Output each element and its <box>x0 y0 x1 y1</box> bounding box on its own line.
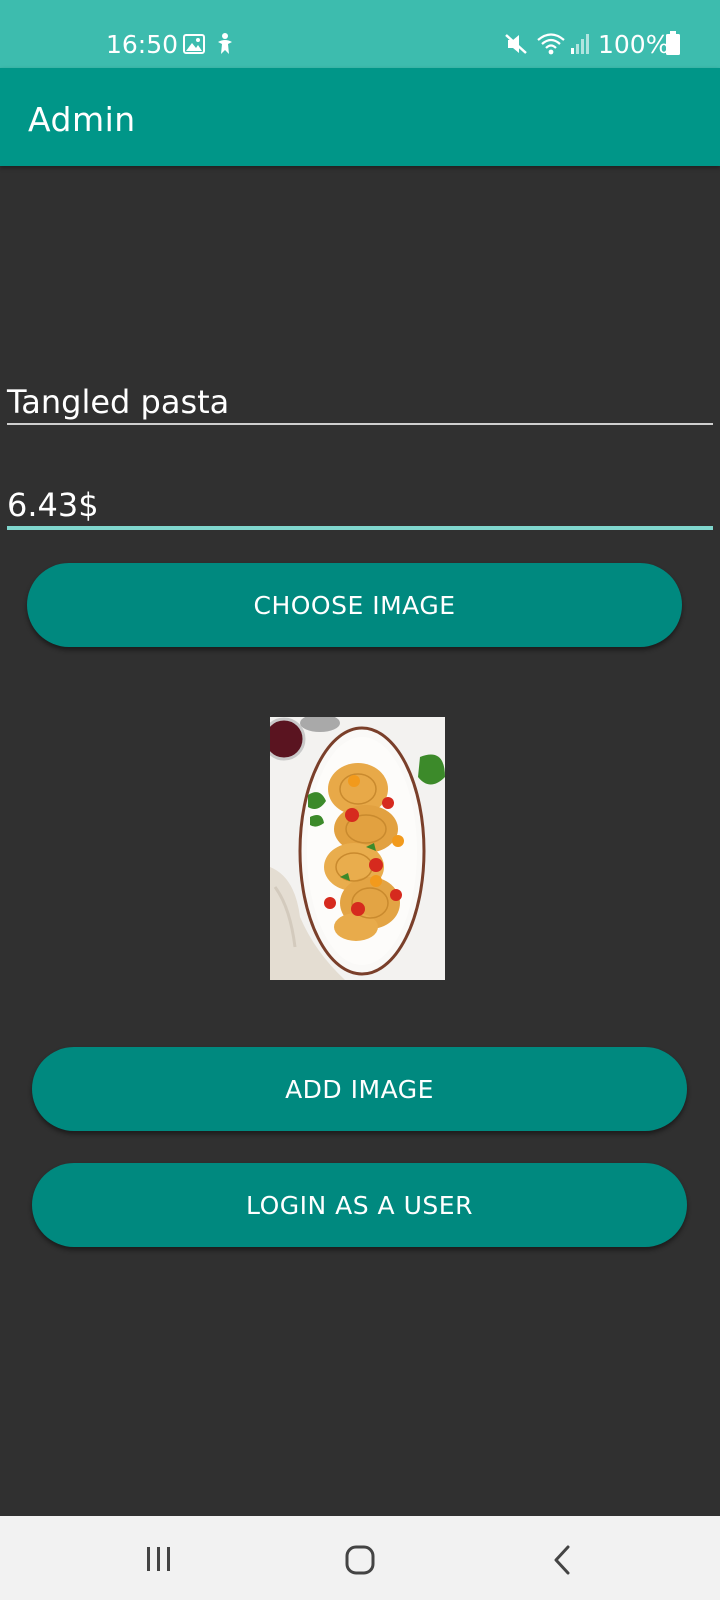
battery-icon <box>666 31 680 55</box>
recent-apps-icon[interactable] <box>144 1544 174 1574</box>
accessibility-icon <box>218 33 232 54</box>
price-field[interactable]: 6.43$ <box>7 478 713 530</box>
login-as-user-button[interactable]: LOGIN AS A USER <box>32 1163 687 1247</box>
app-bar: Admin <box>0 68 720 166</box>
dish-name-value: Tangled pasta <box>7 383 230 421</box>
choose-image-label: CHOOSE IMAGE <box>253 590 456 620</box>
system-nav-bar <box>0 1516 720 1600</box>
pasta-plate-image <box>270 717 445 980</box>
signal-icon <box>571 34 589 54</box>
battery-percent: 100% <box>598 30 670 59</box>
wifi-icon <box>537 33 565 55</box>
add-image-button[interactable]: ADD IMAGE <box>32 1047 687 1131</box>
price-underline <box>7 526 713 530</box>
choose-image-button[interactable]: CHOOSE IMAGE <box>27 563 682 647</box>
back-icon[interactable] <box>550 1544 574 1576</box>
add-image-label: ADD IMAGE <box>285 1074 434 1104</box>
image-icon <box>183 34 205 54</box>
status-bar: 16:50 100% <box>0 0 720 68</box>
home-icon[interactable] <box>344 1544 376 1576</box>
dish-name-field[interactable]: Tangled pasta <box>7 375 713 425</box>
price-value: 6.43$ <box>7 486 99 524</box>
status-time: 16:50 <box>106 30 179 59</box>
image-preview <box>270 717 445 980</box>
admin-screen: 16:50 100% Admin Tangled pasta 6.43$ CHO… <box>0 0 720 1600</box>
dish-name-underline <box>7 423 713 425</box>
page-title: Admin <box>28 100 136 139</box>
mute-icon <box>505 34 527 54</box>
login-as-user-label: LOGIN AS A USER <box>246 1190 473 1220</box>
